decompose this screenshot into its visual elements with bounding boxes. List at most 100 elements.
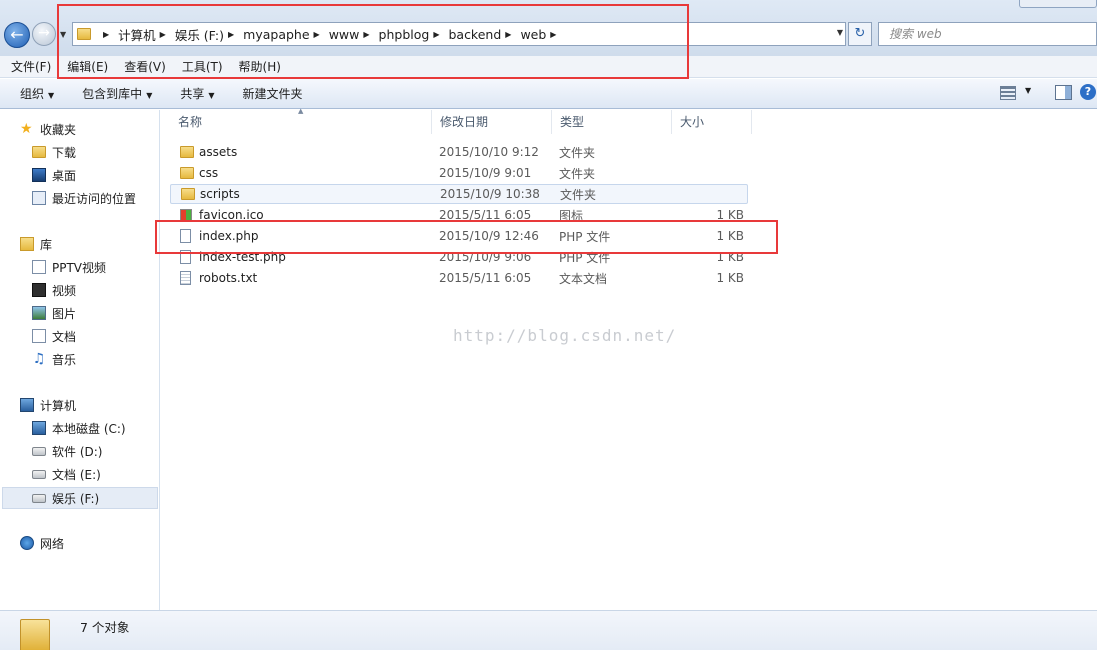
- button-label: 共享: [180, 87, 205, 101]
- file-size: 1 KB: [716, 271, 744, 285]
- file-name: css: [199, 166, 219, 180]
- file-row[interactable]: scripts 2015/10/9 10:38 文件夹: [170, 184, 748, 204]
- sidebar-item-drive-e[interactable]: 文档 (E:): [32, 465, 101, 483]
- details-pane: 7 个对象: [0, 610, 1097, 650]
- column-header-size[interactable]: 大小: [672, 110, 752, 134]
- sidebar-item-drive-d[interactable]: 软件 (D:): [32, 442, 102, 460]
- view-options-icon[interactable]: [1000, 86, 1016, 100]
- watermark: http://blog.csdn.net/: [453, 326, 677, 345]
- sidebar-label: 桌面: [52, 168, 77, 183]
- sidebar-label: 收藏夹: [40, 122, 77, 137]
- search-input[interactable]: 搜索 web: [878, 22, 1097, 46]
- share-button[interactable]: 共享 ▼: [172, 85, 222, 102]
- drive-icon: [32, 446, 46, 456]
- file-date: 2015/10/9 10:38: [440, 187, 540, 201]
- column-header-date[interactable]: 修改日期: [432, 110, 552, 134]
- command-bar: 组织 ▼ 包含到库中 ▼ 共享 ▼ 新建文件夹: [0, 79, 1097, 109]
- refresh-icon[interactable]: ↻: [848, 22, 872, 46]
- file-name: scripts: [200, 187, 240, 201]
- sidebar-network[interactable]: 网络: [20, 534, 64, 552]
- sidebar-item-downloads[interactable]: 下载: [32, 143, 76, 161]
- sidebar-item-drive-f[interactable]: 娱乐 (F:): [2, 487, 158, 509]
- sidebar-label: 图片: [52, 306, 77, 321]
- sidebar-libraries[interactable]: 库: [20, 235, 52, 253]
- sidebar-computer[interactable]: 计算机: [20, 396, 76, 414]
- file-type: 文本文档: [559, 271, 608, 286]
- sidebar-item-pictures[interactable]: 图片: [32, 304, 76, 322]
- file-name: assets: [199, 145, 238, 159]
- sidebar-label: 本地磁盘 (C:): [52, 421, 126, 436]
- sidebar-label: 库: [40, 237, 53, 252]
- local-disk-icon: [32, 421, 46, 435]
- music-note-icon: ♫: [32, 351, 46, 367]
- sidebar-item-recent-places[interactable]: 最近访问的位置: [32, 189, 136, 207]
- sidebar-label: 文档 (E:): [52, 467, 101, 482]
- sidebar-item-desktop[interactable]: 桌面: [32, 166, 76, 184]
- video-library-icon: [32, 283, 46, 297]
- file-name-cell: scripts: [181, 187, 240, 201]
- file-name: robots.txt: [199, 271, 258, 285]
- sidebar-label: 娱乐 (F:): [52, 491, 100, 506]
- file-type: 文件夹: [559, 166, 596, 181]
- downloads-folder-icon: [32, 146, 46, 158]
- file-type: 文件夹: [560, 187, 597, 202]
- computer-icon: [20, 398, 34, 412]
- sidebar-label: 最近访问的位置: [52, 191, 137, 206]
- documents-library-icon: [32, 329, 46, 343]
- sidebar-item-pptv-video[interactable]: PPTV视频: [32, 258, 106, 276]
- text-file-icon: [180, 271, 191, 285]
- file-row[interactable]: assets 2015/10/10 9:12 文件夹: [170, 142, 748, 162]
- menu-file[interactable]: 文件(F): [6, 58, 56, 75]
- file-date: 2015/10/10 9:12: [439, 145, 539, 159]
- file-date: 2015/10/9 9:01: [439, 166, 532, 180]
- address-history-chevron-icon[interactable]: ▼: [837, 28, 843, 37]
- sidebar-label: 计算机: [40, 398, 77, 413]
- chevron-down-icon: ▼: [208, 91, 215, 100]
- sidebar-label: PPTV视频: [52, 260, 107, 275]
- chevron-down-icon: ▼: [48, 91, 55, 100]
- sidebar-label: 音乐: [52, 352, 77, 367]
- recent-places-icon: [32, 191, 46, 205]
- sidebar-favorites[interactable]: ★ 收藏夹: [20, 120, 76, 138]
- sidebar-label: 网络: [40, 536, 65, 551]
- sidebar-label: 视频: [52, 283, 77, 298]
- sidebar-item-documents[interactable]: 文档: [32, 327, 76, 345]
- pptv-video-library-icon: [32, 260, 46, 274]
- button-label: 包含到库中: [82, 87, 143, 101]
- index-php-highlight-box: [155, 220, 778, 254]
- forward-arrow-icon[interactable]: →: [32, 22, 56, 46]
- preview-pane-icon[interactable]: [1055, 85, 1072, 100]
- address-highlight-box: [57, 4, 689, 79]
- new-folder-button[interactable]: 新建文件夹: [235, 85, 311, 102]
- sidebar-item-videos[interactable]: 视频: [32, 281, 76, 299]
- drive-icon: [32, 469, 46, 479]
- sidebar-item-music[interactable]: ♫ 音乐: [32, 350, 76, 368]
- sidebar-label: 文档: [52, 329, 77, 344]
- sidebar-item-drive-c[interactable]: 本地磁盘 (C:): [32, 419, 126, 437]
- file-name-cell: robots.txt: [180, 271, 257, 285]
- button-label: 组织: [20, 87, 45, 101]
- pictures-library-icon: [32, 306, 46, 320]
- back-arrow-icon[interactable]: ←: [4, 22, 30, 48]
- help-icon[interactable]: ?: [1080, 84, 1096, 100]
- file-row[interactable]: robots.txt 2015/5/11 6:05 文本文档 1 KB: [170, 268, 748, 288]
- organize-button[interactable]: 组织 ▼: [12, 85, 62, 102]
- file-name-cell: assets: [180, 145, 237, 159]
- file-row[interactable]: css 2015/10/9 9:01 文件夹: [170, 163, 748, 183]
- network-icon: [20, 536, 34, 550]
- folder-icon: [180, 167, 194, 179]
- file-type: 文件夹: [559, 145, 596, 160]
- drive-icon: [32, 493, 46, 503]
- include-in-library-button[interactable]: 包含到库中 ▼: [74, 85, 160, 102]
- chevron-down-icon[interactable]: ▼: [1025, 86, 1031, 95]
- sidebar-label: 下载: [52, 145, 77, 160]
- file-date: 2015/5/11 6:05: [439, 271, 532, 285]
- chevron-down-icon: ▼: [146, 91, 153, 100]
- sort-ascending-icon: ▲: [298, 107, 304, 115]
- window-controls[interactable]: [1019, 0, 1097, 8]
- column-header-type[interactable]: 类型: [552, 110, 672, 134]
- library-icon: [20, 237, 34, 251]
- folder-icon: [20, 619, 50, 650]
- star-icon: ★: [20, 121, 33, 137]
- folder-icon: [181, 188, 195, 200]
